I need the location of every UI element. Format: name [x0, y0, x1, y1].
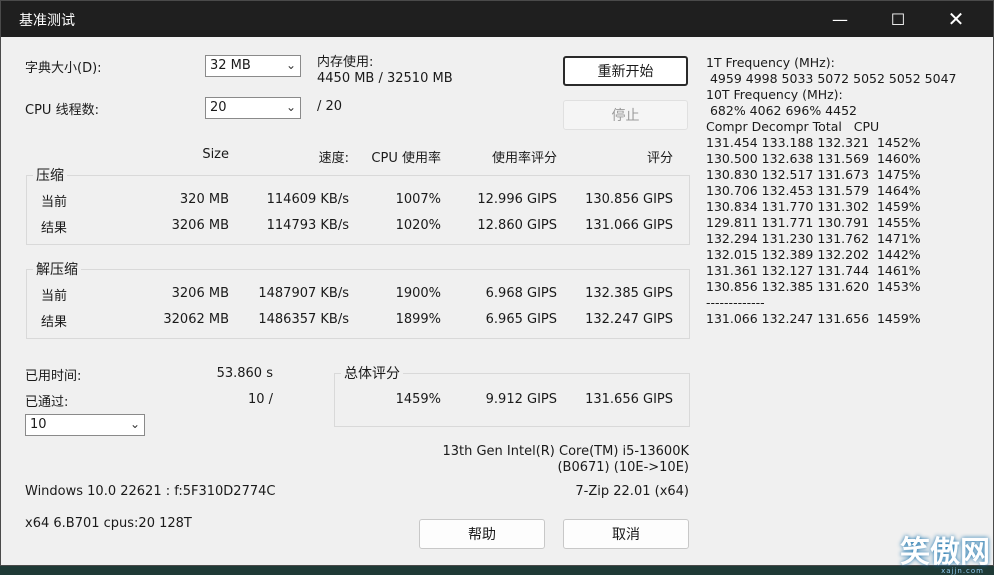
passes-select[interactable]: 10 ⌄ [25, 414, 145, 436]
log-line: 129.811 131.771 130.791 1455% [706, 215, 921, 230]
decompress-current-usage-rating: 6.968 GIPS [485, 286, 557, 301]
memory-label: 内存使用: [317, 55, 374, 70]
header-size: Size [202, 147, 229, 162]
total-cpu: 1459% [395, 392, 441, 407]
log-line: 130.706 132.453 131.579 1464% [706, 183, 921, 198]
header-rating: 评分 [646, 151, 673, 166]
compress-result-rating: 131.066 GIPS [585, 218, 673, 233]
decompress-result-usage-rating: 6.965 GIPS [485, 312, 557, 327]
compress-current-cpu: 1007% [395, 192, 441, 207]
benchmark-window: 基准测试 — ☐ ✕ 字典大小(D): 32 MB ⌄ CPU 线程数: 20 … [0, 0, 994, 566]
version-info: 7-Zip 22.01 (x64) [575, 484, 689, 499]
compress-current-label: 当前 [41, 195, 68, 210]
log-line: 132.015 132.389 132.202 1442% [706, 247, 921, 262]
decompress-result-speed: 1486357 KB/s [258, 312, 349, 327]
compress-current-rating: 130.856 GIPS [585, 192, 673, 207]
dict-size-select[interactable]: 32 MB ⌄ [205, 55, 301, 77]
decompress-result-size: 32062 MB [163, 312, 229, 327]
frequency-log-panel: 1T Frequency (MHz): 4959 4998 5033 5072 … [706, 55, 957, 327]
log-line: Compr Decompr Total CPU [706, 119, 880, 134]
compress-current-usage-rating: 12.996 GIPS [477, 192, 557, 207]
decompress-current-label: 当前 [41, 289, 68, 304]
decompress-result-rating: 132.247 GIPS [585, 312, 673, 327]
compress-result-size: 3206 MB [171, 218, 229, 233]
cpu-name: 13th Gen Intel(R) Core(TM) i5-13600K [442, 444, 689, 459]
threads-total: / 20 [317, 99, 343, 114]
dict-size-label: 字典大小(D): [25, 61, 102, 76]
log-line: ------------- [706, 295, 765, 310]
log-line: 131.454 133.188 132.321 1452% [706, 135, 921, 150]
arch-info: x64 6.B701 cpus:20 128T [25, 516, 192, 531]
decompress-current-cpu: 1900% [395, 286, 441, 301]
maximize-icon[interactable]: ☐ [869, 1, 927, 37]
header-usage-rating: 使用率评分 [491, 151, 557, 166]
minimize-icon[interactable]: — [811, 1, 869, 37]
log-line: 4959 4998 5033 5072 5052 5052 5047 [706, 71, 957, 86]
log-line: 130.830 132.517 131.673 1475% [706, 167, 921, 182]
header-cpu-usage: CPU 使用率 [371, 151, 441, 166]
log-line: 682% 4062 696% 4452 [706, 103, 857, 118]
total-title: 总体评分 [341, 363, 403, 383]
compress-current-speed: 114609 KB/s [266, 192, 349, 207]
cancel-button[interactable]: 取消 [563, 519, 689, 549]
help-button[interactable]: 帮助 [419, 519, 545, 549]
chevron-down-icon: ⌄ [285, 58, 296, 72]
title-bar: 基准测试 — ☐ ✕ [1, 1, 993, 37]
decompress-current-rating: 132.385 GIPS [585, 286, 673, 301]
threads-label: CPU 线程数: [25, 103, 99, 118]
cpu-stepping: (B0671) (10E->10E) [557, 460, 689, 475]
stop-button[interactable]: 停止 [563, 100, 688, 130]
chevron-down-icon: ⌄ [129, 417, 140, 431]
log-line: 130.856 132.385 131.620 1453% [706, 279, 921, 294]
header-speed: 速度: [318, 151, 349, 166]
os-info: Windows 10.0 22621 : f:5F310D2774C [25, 484, 276, 499]
log-line: 130.500 132.638 131.569 1460% [706, 151, 921, 166]
decompress-result-cpu: 1899% [395, 312, 441, 327]
decompress-result-label: 结果 [41, 315, 68, 330]
site-watermark: 笑傲网 [900, 535, 990, 570]
memory-value: 4450 MB / 32510 MB [317, 71, 453, 86]
log-line: 10T Frequency (MHz): [706, 87, 843, 102]
compress-current-size: 320 MB [179, 192, 229, 207]
log-line: 1T Frequency (MHz): [706, 55, 835, 70]
threads-select[interactable]: 20 ⌄ [205, 97, 301, 119]
close-icon[interactable]: ✕ [927, 1, 985, 37]
total-usage-rating: 9.912 GIPS [485, 392, 557, 407]
window-title: 基准测试 [19, 13, 75, 29]
decompress-current-speed: 1487907 KB/s [258, 286, 349, 301]
log-line: 130.834 131.770 131.302 1459% [706, 199, 921, 214]
log-line: 132.294 131.230 131.762 1471% [706, 231, 921, 246]
restart-button[interactable]: 重新开始 [563, 56, 688, 86]
chevron-down-icon: ⌄ [285, 100, 296, 114]
total-rating: 131.656 GIPS [585, 392, 673, 407]
compress-result-usage-rating: 12.860 GIPS [477, 218, 557, 233]
log-line: 131.361 132.127 131.744 1461% [706, 263, 921, 278]
decompress-current-size: 3206 MB [171, 286, 229, 301]
site-watermark-url: xajjn.com [941, 567, 984, 575]
decompress-group [26, 269, 690, 339]
compress-result-cpu: 1020% [395, 218, 441, 233]
elapsed-value: 53.860 s [216, 366, 273, 381]
decompress-title: 解压缩 [33, 259, 81, 279]
compress-result-speed: 114793 KB/s [266, 218, 349, 233]
log-line: 131.066 132.247 131.656 1459% [706, 311, 921, 326]
compress-result-label: 结果 [41, 221, 68, 236]
elapsed-label: 已用时间: [25, 369, 82, 384]
compress-title: 压缩 [33, 165, 67, 185]
passes-value: 10 / [247, 392, 273, 407]
compress-group [26, 175, 690, 245]
passes-label: 已通过: [25, 395, 69, 410]
